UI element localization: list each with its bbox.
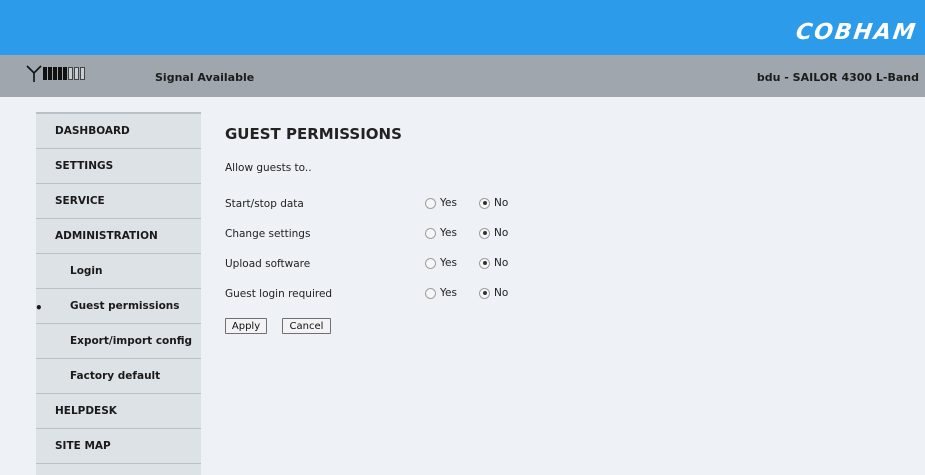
radio-yes[interactable]: Yes (425, 287, 457, 299)
signal-strength-bars (43, 67, 85, 81)
active-bullet-icon: • (35, 301, 43, 315)
sidebar-item-administration[interactable]: ADMINISTRATION (36, 219, 201, 254)
sidebar-item-site-map[interactable]: SITE MAP (36, 429, 201, 464)
sidebar-nav: DASHBOARD SETTINGS SERVICE ADMINISTRATION Lo… (35, 112, 201, 475)
apply-button[interactable]: Apply (225, 318, 267, 334)
radio-no[interactable]: No (479, 287, 508, 299)
radio-no-button[interactable] (479, 227, 490, 239)
permission-label: Upload software (225, 258, 311, 270)
signal-bar (53, 67, 57, 80)
sidebar-item-label: Login (70, 265, 103, 277)
sidebar-item-export-import-config[interactable]: Export/import config (36, 324, 201, 359)
signal-bar (80, 67, 85, 80)
radio-no-button[interactable] (479, 287, 490, 299)
signal-bar (58, 67, 62, 80)
sidebar-item-login[interactable]: Login (36, 254, 201, 289)
permission-label: Guest login required (225, 288, 333, 300)
signal-bar (43, 67, 47, 80)
signal-status-text: Signal Available (155, 71, 255, 84)
device-name: bdu - SAILOR 4300 L-Band (756, 71, 919, 84)
radio-no-label: No (494, 287, 509, 299)
sidebar-item-dashboard[interactable]: DASHBOARD (36, 114, 201, 149)
intro-text: Allow guests to.. (225, 162, 312, 174)
radio-yes[interactable]: Yes (425, 197, 457, 209)
antenna-icon (26, 65, 42, 82)
radio-no[interactable]: No (479, 227, 508, 239)
radio-yes-button[interactable] (425, 227, 436, 239)
radio-no-label: No (494, 257, 509, 269)
radio-no-button[interactable] (479, 257, 490, 269)
sidebar-item-label: SETTINGS (55, 160, 114, 172)
cancel-button[interactable]: Cancel (282, 318, 331, 334)
header-bar: COBHAM (0, 0, 925, 55)
signal-bar (74, 67, 79, 80)
radio-yes-button[interactable] (425, 287, 436, 299)
radio-yes-button[interactable] (425, 197, 436, 209)
sidebar-item-label: Factory default (70, 370, 161, 382)
sidebar-item-label: SERVICE (55, 195, 105, 207)
cobham-logo: COBHAM (794, 20, 919, 45)
radio-no-button[interactable] (479, 197, 490, 209)
sidebar-item-label: HELPDESK (55, 405, 117, 417)
permission-label: Start/stop data (225, 198, 304, 210)
radio-yes-button[interactable] (425, 257, 436, 269)
signal-bar (63, 67, 67, 80)
radio-no-label: No (494, 227, 509, 239)
radio-no-label: No (494, 197, 509, 209)
sidebar-item-label: Export/import config (70, 335, 193, 347)
radio-no[interactable]: No (479, 197, 508, 209)
radio-yes-label: Yes (440, 197, 457, 209)
sidebar-item-helpdesk[interactable]: HELPDESK (36, 394, 201, 429)
sidebar-item-guest-permissions[interactable]: • Guest permissions (35, 289, 201, 324)
radio-yes-label: Yes (440, 227, 457, 239)
permission-label: Change settings (225, 228, 311, 240)
sidebar-item-label: SITE MAP (55, 440, 111, 452)
status-bar: Signal Available bdu - SAILOR 4300 L-Ban… (0, 55, 925, 97)
radio-yes[interactable]: Yes (425, 257, 457, 269)
signal-bar (48, 67, 52, 80)
sidebar-item-label: DASHBOARD (55, 125, 130, 137)
sidebar-item-factory-default[interactable]: Factory default (36, 359, 201, 394)
radio-yes-label: Yes (440, 287, 457, 299)
sidebar-item-service[interactable]: SERVICE (36, 184, 201, 219)
radio-no[interactable]: No (479, 257, 508, 269)
signal-bar (68, 67, 73, 80)
sidebar-item-label: ADMINISTRATION (55, 230, 158, 242)
sidebar-item-settings[interactable]: SETTINGS (36, 149, 201, 184)
sidebar-item-label: Guest permissions (70, 300, 180, 312)
radio-yes-label: Yes (440, 257, 457, 269)
radio-yes[interactable]: Yes (425, 227, 457, 239)
page-title: GUEST PERMISSIONS (225, 125, 402, 143)
